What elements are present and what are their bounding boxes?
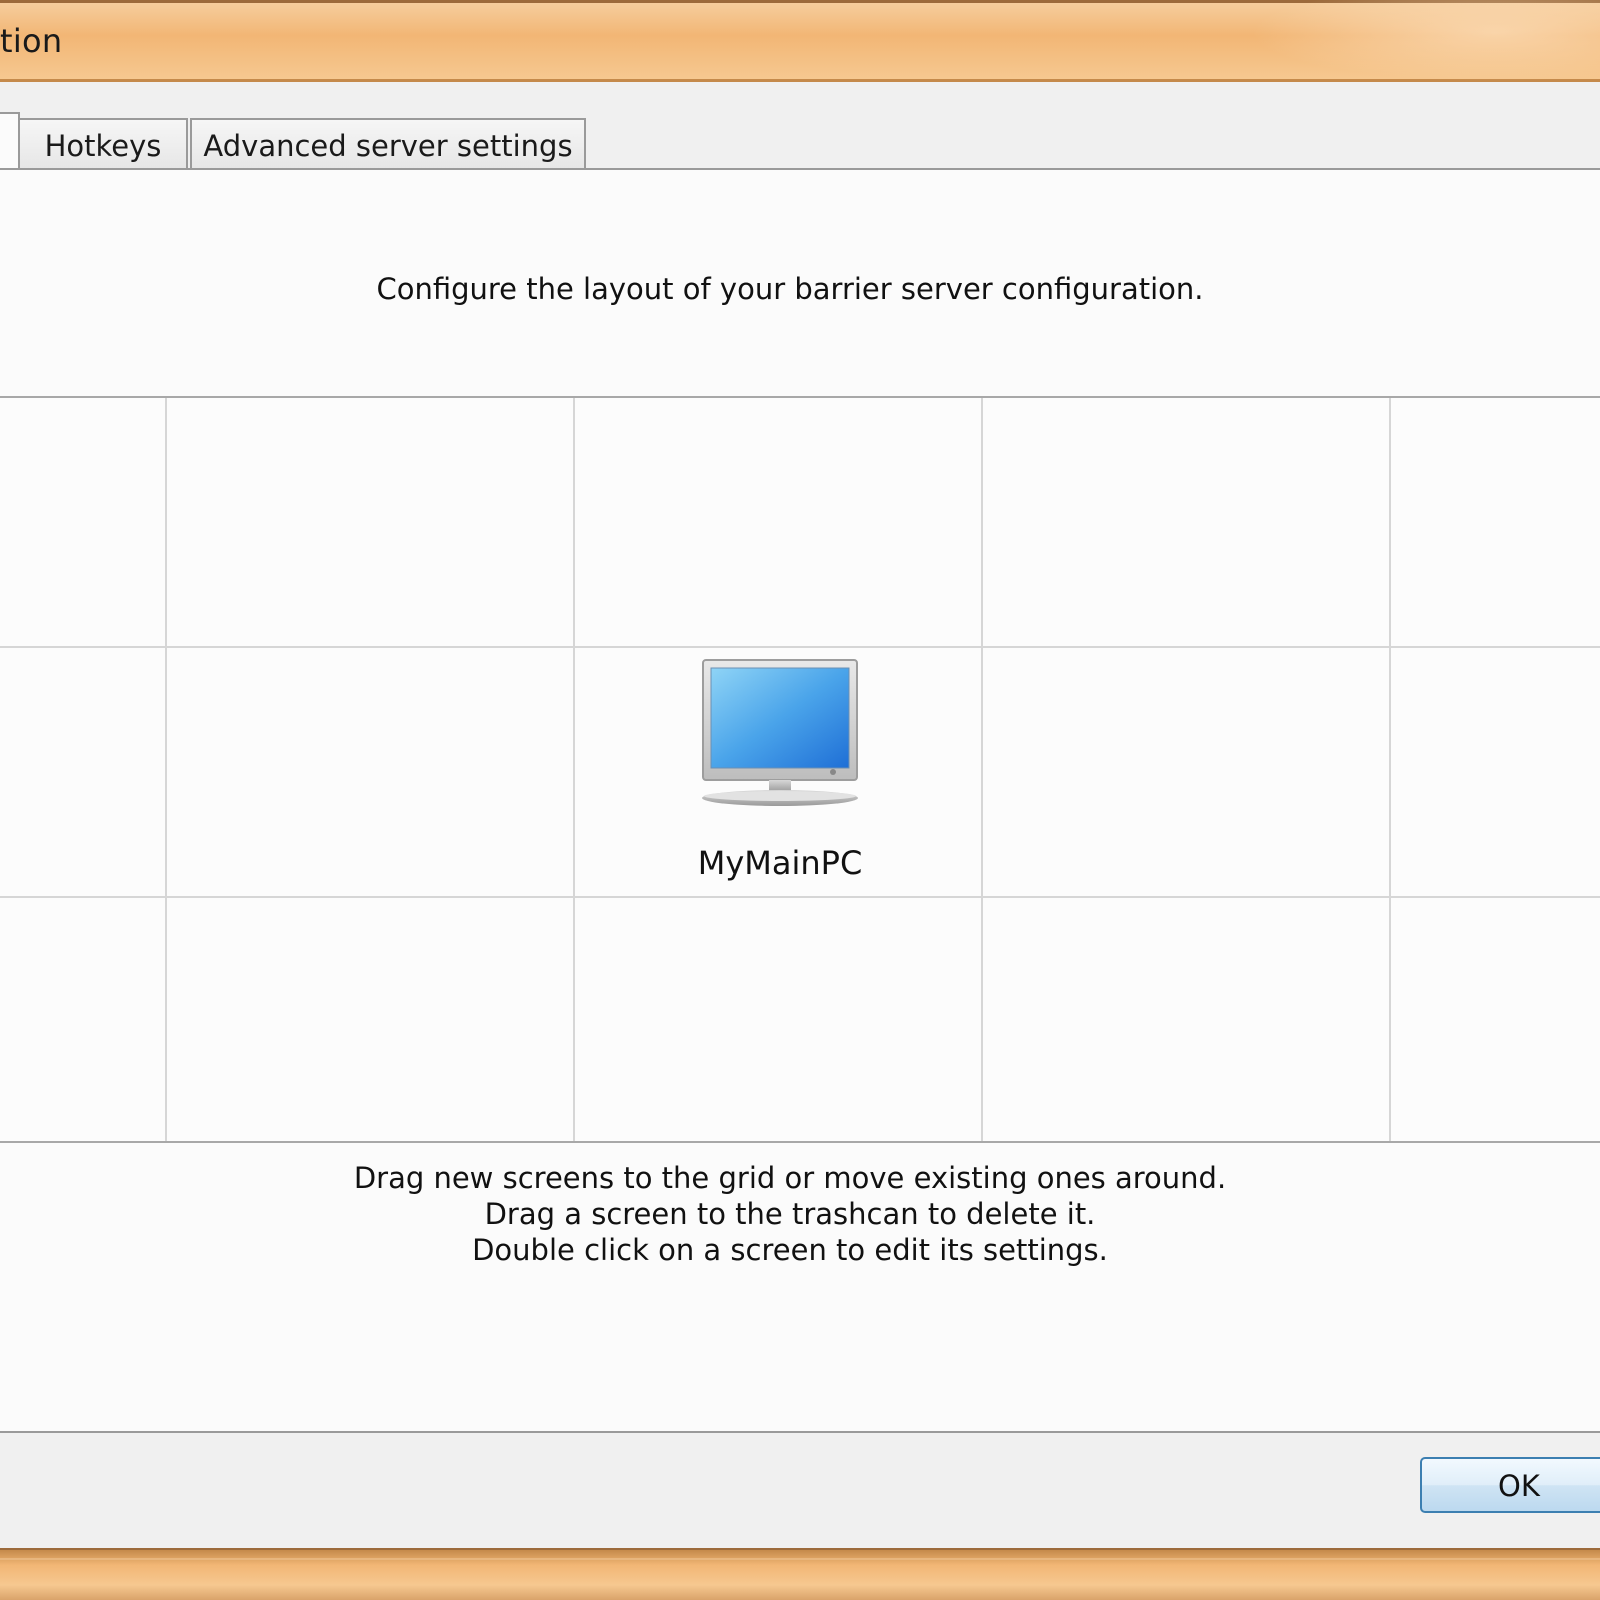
grid-line xyxy=(1389,398,1391,1141)
layout-help-text: Drag new screens to the grid or move exi… xyxy=(0,1160,1580,1268)
server-configuration-window: tion Hotkeys Advanced server settings Co… xyxy=(0,0,1600,1600)
grid-line xyxy=(981,398,983,1141)
window-title: tion xyxy=(0,22,63,60)
screen-mymainpc[interactable]: MyMainPC xyxy=(660,654,900,894)
tab-hotkeys-label: Hotkeys xyxy=(44,129,162,163)
layout-intro-text: Configure the layout of your barrier ser… xyxy=(376,272,1204,306)
grid-line xyxy=(573,398,575,1141)
tab-screens-and-links[interactable] xyxy=(0,112,20,170)
grid-line xyxy=(165,398,167,1141)
title-bar[interactable]: tion xyxy=(0,0,1600,82)
grid-line xyxy=(0,646,1600,648)
tab-advanced-server-settings[interactable]: Advanced server settings xyxy=(190,118,586,170)
screen-layout-grid[interactable]: MyMainPC xyxy=(0,396,1600,1143)
grid-line xyxy=(0,896,1600,898)
tab-advanced-server-settings-label: Advanced server settings xyxy=(203,129,573,163)
window-bottom-frame xyxy=(0,1548,1600,1600)
help-line: Drag a screen to the trashcan to delete … xyxy=(484,1197,1096,1231)
tab-hotkeys[interactable]: Hotkeys xyxy=(18,118,188,170)
dialog-footer xyxy=(0,1433,1600,1548)
help-line: Double click on a screen to edit its set… xyxy=(472,1233,1108,1267)
ok-button[interactable]: OK xyxy=(1420,1457,1600,1513)
screen-name-label: MyMainPC xyxy=(697,844,863,882)
help-line: Drag new screens to the grid or move exi… xyxy=(353,1161,1227,1195)
monitor-icon xyxy=(702,659,858,806)
